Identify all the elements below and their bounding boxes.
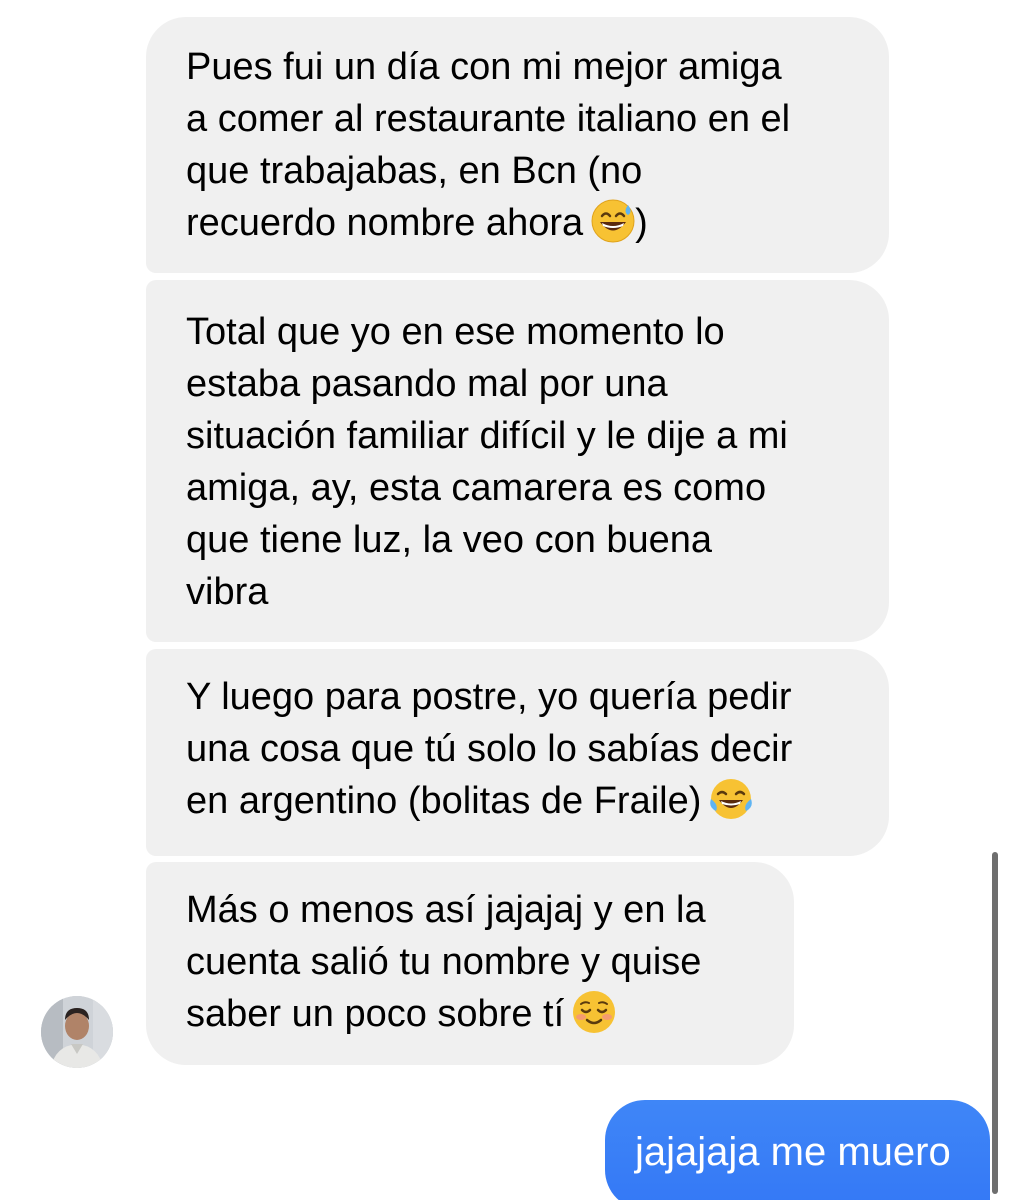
message-line: Total que yo en ese momento lo (186, 311, 725, 353)
chat-thread: Pues fui un día con mi mejor amiga a com… (0, 0, 1012, 1200)
message-line: Y luego para postre, yo quería pedir (186, 676, 792, 718)
message-line: estaba pasando mal por una (186, 363, 668, 405)
message-line-text: en argentino (bolitas de Fraile) (186, 780, 702, 822)
message-line-text: recuerdo nombre ahora (186, 202, 584, 244)
message-bubble-incoming[interactable]: Pues fui un día con mi mejor amiga a com… (146, 17, 889, 273)
message-line: cuenta salió tu nombre y quise (186, 941, 702, 983)
message-line: vibra (186, 571, 269, 613)
scrollbar[interactable] (992, 852, 998, 1194)
message-bubble-incoming[interactable]: Y luego para postre, yo quería pedir una… (146, 649, 889, 856)
message-line: a comer al restaurante italiano en el (186, 98, 791, 140)
contact-avatar[interactable] (41, 996, 113, 1068)
message-line-with-emoji: saber un poco sobre tí (186, 988, 754, 1040)
message-line-suffix: ) (635, 202, 648, 244)
message-line: situación familiar difícil y le dije a m… (186, 415, 788, 457)
message-line: que trabajabas, en Bcn (no (186, 150, 643, 192)
message-line: Más o menos así jajajaj y en la (186, 889, 706, 931)
message-line-with-emoji: en argentino (bolitas de Fraile) (186, 775, 849, 827)
message-line: que tiene luz, la veo con buena (186, 519, 713, 561)
tears-of-joy-emoji-icon (709, 777, 753, 821)
sweat-smile-emoji-icon (591, 199, 635, 243)
message-line: jajajaja me muero (635, 1130, 951, 1174)
message-line: Pues fui un día con mi mejor amiga (186, 46, 782, 88)
avatar-photo-icon (41, 996, 113, 1068)
message-line: una cosa que tú solo lo sabías decir (186, 728, 793, 770)
message-bubble-outgoing[interactable]: jajajaja me muero (605, 1100, 990, 1200)
message-line-with-emoji: recuerdo nombre ahora) (186, 197, 849, 249)
message-line: amiga, ay, esta camarera es como (186, 467, 767, 509)
message-bubble-incoming[interactable]: Total que yo en ese momento lo estaba pa… (146, 280, 889, 642)
message-line-text: saber un poco sobre tí (186, 993, 565, 1035)
smiling-blush-emoji-icon (572, 990, 616, 1034)
message-bubble-incoming[interactable]: Más o menos así jajajaj y en la cuenta s… (146, 862, 794, 1065)
